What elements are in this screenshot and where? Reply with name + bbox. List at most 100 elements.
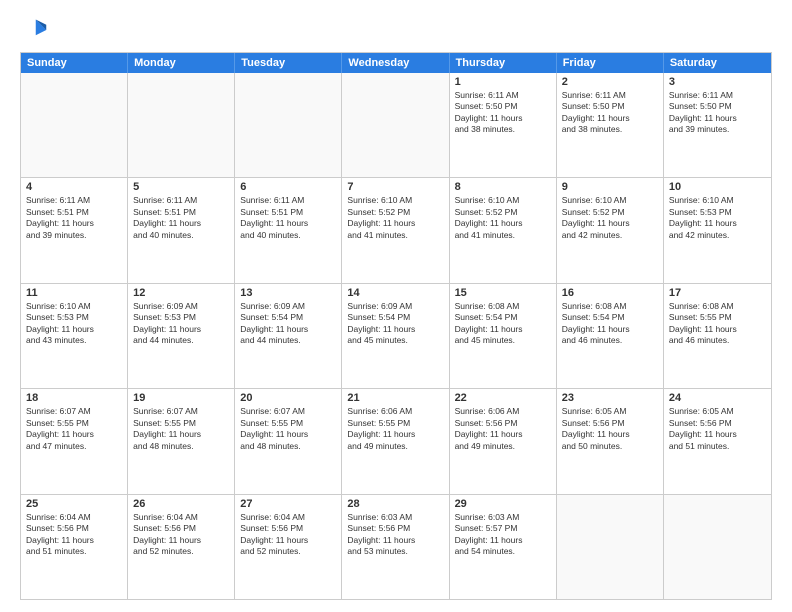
page-header — [20, 16, 772, 44]
day-6: 6Sunrise: 6:11 AMSunset: 5:51 PMDaylight… — [235, 178, 342, 282]
logo — [20, 16, 52, 44]
day-23: 23 Sunrise: 6:05 AMSunset: 5:56 PMDayligh… — [557, 389, 664, 493]
day-info: Sunrise: 6:07 AMSunset: 5:55 PMDaylight:… — [240, 406, 336, 452]
day-number: 9 — [562, 181, 658, 193]
day-number: 12 — [133, 287, 229, 299]
day-13: 13 Sunrise: 6:09 AMSunset: 5:54 PMDayligh… — [235, 284, 342, 388]
day-3: 3 Sunrise: 6:11 AMSunset: 5:50 PMDaylight… — [664, 73, 771, 177]
day-17: 17 Sunrise: 6:08 AMSunset: 5:55 PMDayligh… — [664, 284, 771, 388]
day-number: 2 — [562, 76, 658, 88]
day-28: 28 Sunrise: 6:03 AMSunset: 5:56 PMDayligh… — [342, 495, 449, 599]
header-tuesday: Tuesday — [235, 53, 342, 73]
day-info: Sunrise: 6:05 AMSunset: 5:56 PMDaylight:… — [562, 406, 658, 452]
day-number: 26 — [133, 498, 229, 510]
day-number: 3 — [669, 76, 766, 88]
day-number: 21 — [347, 392, 443, 404]
day-22: 22 Sunrise: 6:06 AMSunset: 5:56 PMDayligh… — [450, 389, 557, 493]
day-info: Sunrise: 6:10 AMSunset: 5:52 PMDaylight:… — [455, 195, 551, 241]
header-sunday: Sunday — [21, 53, 128, 73]
day-10: 10Sunrise: 6:10 AMSunset: 5:53 PMDayligh… — [664, 178, 771, 282]
day-8: 8 Sunrise: 6:10 AMSunset: 5:52 PMDaylight… — [450, 178, 557, 282]
day-number: 25 — [26, 498, 122, 510]
day-info: Sunrise: 6:09 AMSunset: 5:53 PMDaylight:… — [133, 301, 229, 347]
day-info: Sunrise: 6:03 AMSunset: 5:56 PMDaylight:… — [347, 512, 443, 558]
day-info: Sunrise: 6:04 AMSunset: 5:56 PMDaylight:… — [26, 512, 122, 558]
day-4: 4 Sunrise: 6:11 AMSunset: 5:51 PMDaylight… — [21, 178, 128, 282]
day-number: 17 — [669, 287, 766, 299]
day-20: 20 Sunrise: 6:07 AMSunset: 5:55 PMDayligh… — [235, 389, 342, 493]
day-number: 22 — [455, 392, 551, 404]
day-empty-4-5 — [557, 495, 664, 599]
day-empty-4-6 — [664, 495, 771, 599]
day-info: Sunrise: 6:11 AMSunset: 5:50 PMDaylight:… — [669, 90, 766, 136]
day-27: 27 Sunrise: 6:04 AMSunset: 5:56 PMDayligh… — [235, 495, 342, 599]
day-24: 24 Sunrise: 6:05 AMSunset: 5:56 PMDayligh… — [664, 389, 771, 493]
day-9: 9 Sunrise: 6:10 AMSunset: 5:52 PMDaylight… — [557, 178, 664, 282]
day-number: 1 — [455, 76, 551, 88]
day-info: Sunrise: 6:08 AMSunset: 5:55 PMDaylight:… — [669, 301, 766, 347]
day-info: Sunrise: 6:05 AMSunset: 5:56 PMDaylight:… — [669, 406, 766, 452]
day-number: 24 — [669, 392, 766, 404]
calendar-header: SundayMondayTuesdayWednesdayThursdayFrid… — [21, 53, 771, 73]
day-number: 8 — [455, 181, 551, 193]
day-number: 4 — [26, 181, 122, 193]
day-info: Sunrise: 6:06 AMSunset: 5:56 PMDaylight:… — [455, 406, 551, 452]
day-info: Sunrise: 6:11 AMSunset: 5:50 PMDaylight:… — [455, 90, 551, 136]
day-number: 16 — [562, 287, 658, 299]
day-21: 21 Sunrise: 6:06 AMSunset: 5:55 PMDayligh… — [342, 389, 449, 493]
day-5: 5Sunrise: 6:11 AMSunset: 5:51 PMDaylight… — [128, 178, 235, 282]
day-7: 7 Sunrise: 6:10 AMSunset: 5:52 PMDaylight… — [342, 178, 449, 282]
day-number: 13 — [240, 287, 336, 299]
day-info: Sunrise: 6:11 AMSunset: 5:50 PMDaylight:… — [562, 90, 658, 136]
day-info: Sunrise: 6:10 AMSunset: 5:52 PMDaylight:… — [347, 195, 443, 241]
day-number: 23 — [562, 392, 658, 404]
day-info: Sunrise: 6:03 AMSunset: 5:57 PMDaylight:… — [455, 512, 551, 558]
week-3: 11 Sunrise: 6:10 AMSunset: 5:53 PMDayligh… — [21, 284, 771, 389]
day-empty-0-2 — [235, 73, 342, 177]
header-friday: Friday — [557, 53, 664, 73]
day-number: 11 — [26, 287, 122, 299]
day-number: 20 — [240, 392, 336, 404]
day-number: 27 — [240, 498, 336, 510]
day-info: Sunrise: 6:11 AMSunset: 5:51 PMDaylight:… — [240, 195, 336, 241]
day-26: 26 Sunrise: 6:04 AMSunset: 5:56 PMDayligh… — [128, 495, 235, 599]
day-empty-0-3 — [342, 73, 449, 177]
day-empty-0-0 — [21, 73, 128, 177]
header-thursday: Thursday — [450, 53, 557, 73]
day-1: 1 Sunrise: 6:11 AMSunset: 5:50 PMDaylight… — [450, 73, 557, 177]
day-number: 5 — [133, 181, 229, 193]
week-5: 25 Sunrise: 6:04 AMSunset: 5:56 PMDayligh… — [21, 495, 771, 599]
day-number: 28 — [347, 498, 443, 510]
day-info: Sunrise: 6:07 AMSunset: 5:55 PMDaylight:… — [26, 406, 122, 452]
week-4: 18Sunrise: 6:07 AMSunset: 5:55 PMDayligh… — [21, 389, 771, 494]
day-info: Sunrise: 6:09 AMSunset: 5:54 PMDaylight:… — [347, 301, 443, 347]
day-15: 15Sunrise: 6:08 AMSunset: 5:54 PMDayligh… — [450, 284, 557, 388]
calendar: SundayMondayTuesdayWednesdayThursdayFrid… — [20, 52, 772, 600]
day-16: 16 Sunrise: 6:08 AMSunset: 5:54 PMDayligh… — [557, 284, 664, 388]
day-number: 7 — [347, 181, 443, 193]
day-info: Sunrise: 6:04 AMSunset: 5:56 PMDaylight:… — [133, 512, 229, 558]
day-info: Sunrise: 6:04 AMSunset: 5:56 PMDaylight:… — [240, 512, 336, 558]
day-number: 15 — [455, 287, 551, 299]
day-number: 19 — [133, 392, 229, 404]
day-info: Sunrise: 6:09 AMSunset: 5:54 PMDaylight:… — [240, 301, 336, 347]
day-12: 12 Sunrise: 6:09 AMSunset: 5:53 PMDayligh… — [128, 284, 235, 388]
day-info: Sunrise: 6:10 AMSunset: 5:52 PMDaylight:… — [562, 195, 658, 241]
day-2: 2 Sunrise: 6:11 AMSunset: 5:50 PMDaylight… — [557, 73, 664, 177]
day-11: 11 Sunrise: 6:10 AMSunset: 5:53 PMDayligh… — [21, 284, 128, 388]
header-wednesday: Wednesday — [342, 53, 449, 73]
day-19: 19 Sunrise: 6:07 AMSunset: 5:55 PMDayligh… — [128, 389, 235, 493]
day-info: Sunrise: 6:07 AMSunset: 5:55 PMDaylight:… — [133, 406, 229, 452]
calendar-body: 1 Sunrise: 6:11 AMSunset: 5:50 PMDaylight… — [21, 73, 771, 599]
day-info: Sunrise: 6:06 AMSunset: 5:55 PMDaylight:… — [347, 406, 443, 452]
week-2: 4 Sunrise: 6:11 AMSunset: 5:51 PMDaylight… — [21, 178, 771, 283]
day-25: 25 Sunrise: 6:04 AMSunset: 5:56 PMDayligh… — [21, 495, 128, 599]
day-info: Sunrise: 6:08 AMSunset: 5:54 PMDaylight:… — [562, 301, 658, 347]
day-29: 29Sunrise: 6:03 AMSunset: 5:57 PMDayligh… — [450, 495, 557, 599]
day-info: Sunrise: 6:11 AMSunset: 5:51 PMDaylight:… — [26, 195, 122, 241]
day-info: Sunrise: 6:10 AMSunset: 5:53 PMDaylight:… — [26, 301, 122, 347]
day-18: 18Sunrise: 6:07 AMSunset: 5:55 PMDayligh… — [21, 389, 128, 493]
header-saturday: Saturday — [664, 53, 771, 73]
day-number: 10 — [669, 181, 766, 193]
header-monday: Monday — [128, 53, 235, 73]
